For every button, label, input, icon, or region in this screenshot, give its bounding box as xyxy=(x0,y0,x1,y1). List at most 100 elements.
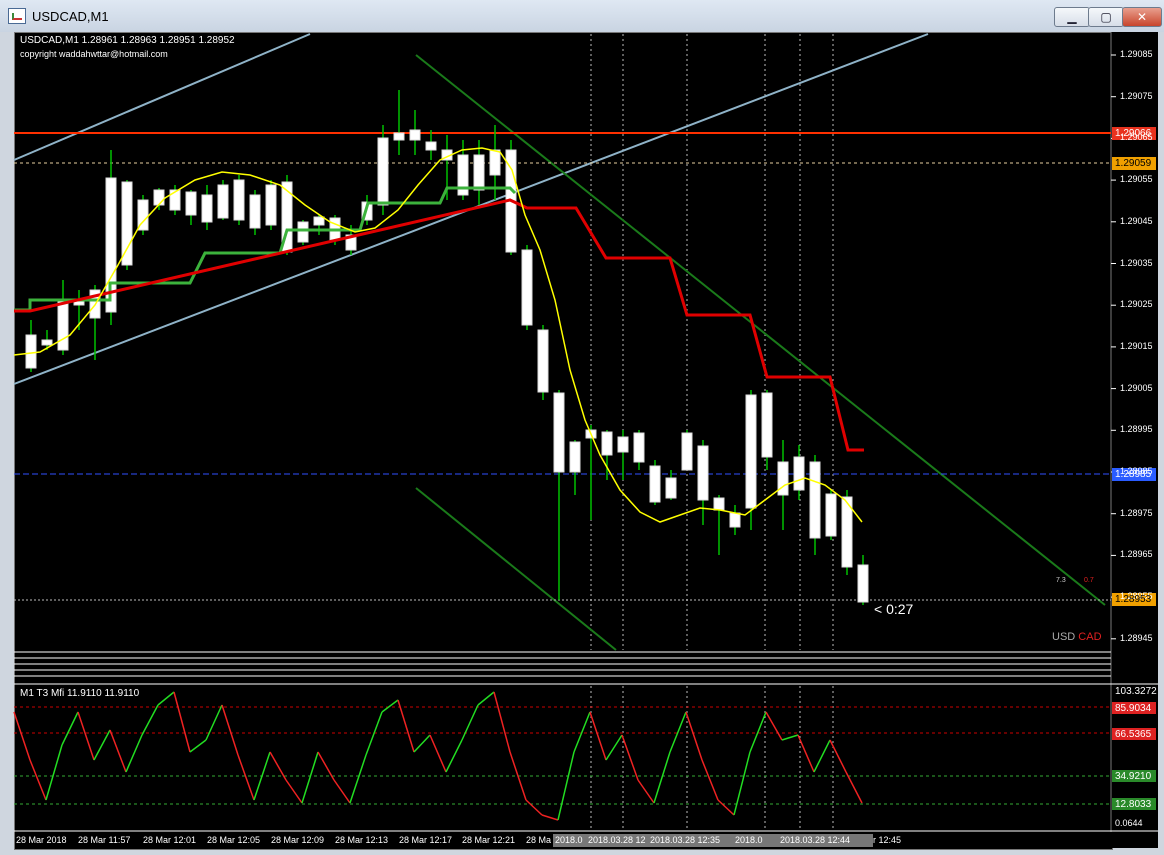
red-line-price: 1.29066 xyxy=(1115,128,1152,139)
bear-candle-body xyxy=(377,137,389,206)
time-label: 2018.03.28 12:44 xyxy=(780,835,851,845)
time-label: 28 Mar 2018 xyxy=(16,835,67,845)
price-label: 1.29075 xyxy=(1120,90,1153,101)
mfi-segment xyxy=(717,799,735,816)
bear-candle-body xyxy=(57,299,69,351)
mfi-segment xyxy=(125,734,143,773)
bear-candle-body xyxy=(681,432,693,471)
candle xyxy=(505,140,517,255)
mfi-segment xyxy=(477,691,495,706)
chart-window: USDCAD,M1 ▁ ▢ ✕ USDCAD,M1 1.28961 1.2896… xyxy=(0,0,1164,855)
candle xyxy=(793,445,805,500)
bear-candle-body xyxy=(665,477,677,499)
mfi-scale-1: 85.9034 xyxy=(1115,703,1152,714)
mfi-segment xyxy=(285,779,303,804)
mfi-segment xyxy=(845,771,863,804)
mfi-segment xyxy=(589,711,607,761)
bear-candle-body xyxy=(761,392,773,458)
mfi-segment xyxy=(605,734,623,761)
bear-candle-body xyxy=(521,249,533,326)
upper-green-channel[interactable] xyxy=(415,54,1106,606)
bear-candle-body xyxy=(153,189,165,206)
candle xyxy=(25,320,37,372)
chart-header: USDCAD,M1 1.28961 1.28963 1.28951 1.2895… xyxy=(20,35,235,46)
bid-price: 1.28953 xyxy=(1115,594,1152,605)
bear-candle-body xyxy=(217,184,229,219)
price-label: 1.28975 xyxy=(1120,507,1153,518)
pair-label: USD CAD xyxy=(1052,631,1102,643)
mfi-segment xyxy=(733,751,751,816)
mfi-segment xyxy=(781,734,799,741)
mfi-segment xyxy=(381,699,399,713)
price-label: 1.29005 xyxy=(1120,382,1153,393)
price-label: 1.28945 xyxy=(1120,632,1153,643)
chart-svg[interactable] xyxy=(0,0,1164,855)
mfi-segment xyxy=(765,711,783,741)
time-label: 28 Ma xyxy=(526,835,552,845)
mfi-segment xyxy=(189,739,207,753)
candle xyxy=(713,495,725,555)
candle xyxy=(425,130,437,160)
lower-green-channel[interactable] xyxy=(415,487,617,651)
time-label: 2018.0 xyxy=(555,835,583,845)
bear-candle-body xyxy=(201,194,213,223)
mfi-segment xyxy=(173,691,191,753)
candlesticks[interactable] xyxy=(25,90,869,605)
mfi-levels xyxy=(14,706,1111,805)
mfi-segment xyxy=(813,739,831,773)
bear-candle-body xyxy=(537,329,549,393)
candle xyxy=(249,190,261,235)
bear-candle-body xyxy=(793,456,805,491)
bear-candle-body xyxy=(649,465,661,503)
bear-candle-body xyxy=(809,461,821,539)
bear-candle-body xyxy=(553,392,565,473)
mfi-line[interactable] xyxy=(13,691,863,821)
mfi-segment xyxy=(541,814,559,821)
mfi-scale-4: 12.8033 xyxy=(1115,799,1152,810)
bear-candle-body xyxy=(233,179,245,221)
candle xyxy=(617,430,629,480)
candle xyxy=(537,325,549,400)
bear-candle-body xyxy=(489,149,501,176)
mfi-segment xyxy=(397,699,415,753)
candle xyxy=(393,90,405,155)
bear-candle-body xyxy=(393,132,405,141)
bear-candle-body xyxy=(825,493,837,537)
mfi-segment xyxy=(461,704,479,741)
time-label: 28 Mar 12:13 xyxy=(335,835,389,845)
mfi-scale-2: 66.5365 xyxy=(1115,729,1152,740)
candle xyxy=(697,440,709,525)
small-value-right: 0.7 xyxy=(1084,577,1094,584)
green-stop-line xyxy=(14,186,517,312)
candle xyxy=(857,555,869,605)
bear-candle-body xyxy=(313,216,325,226)
candle xyxy=(409,110,421,155)
bear-candle-body xyxy=(41,339,53,346)
mfi-segment xyxy=(13,711,31,761)
candle xyxy=(681,430,693,471)
mfi-segment xyxy=(301,751,319,804)
time-label: 28 Mar 12:09 xyxy=(271,835,325,845)
time-label: r 12:45 xyxy=(873,835,902,845)
mfi-segment xyxy=(685,711,703,761)
mfi-segment xyxy=(637,779,655,804)
mfi-segment xyxy=(221,704,239,756)
mfi-scale-0: 103.3272 xyxy=(1115,686,1157,697)
mfi-segment xyxy=(573,711,591,753)
candle xyxy=(521,245,533,330)
mfi-segment xyxy=(61,711,79,746)
pair-quote: CAD xyxy=(1078,631,1102,643)
mfi-segment xyxy=(557,751,575,821)
candle xyxy=(569,440,581,495)
candle xyxy=(553,390,565,600)
blue-line-price: 1.28985 xyxy=(1115,469,1152,480)
price-label: 1.29025 xyxy=(1120,299,1153,310)
bear-candle-body xyxy=(473,154,485,191)
candle xyxy=(233,175,245,225)
time-label: 2018.03.28 12 xyxy=(588,835,646,845)
candle xyxy=(137,195,149,235)
mfi-segment xyxy=(333,779,351,804)
candle xyxy=(729,505,741,535)
mfi-segment xyxy=(669,711,687,753)
candle xyxy=(185,190,197,225)
